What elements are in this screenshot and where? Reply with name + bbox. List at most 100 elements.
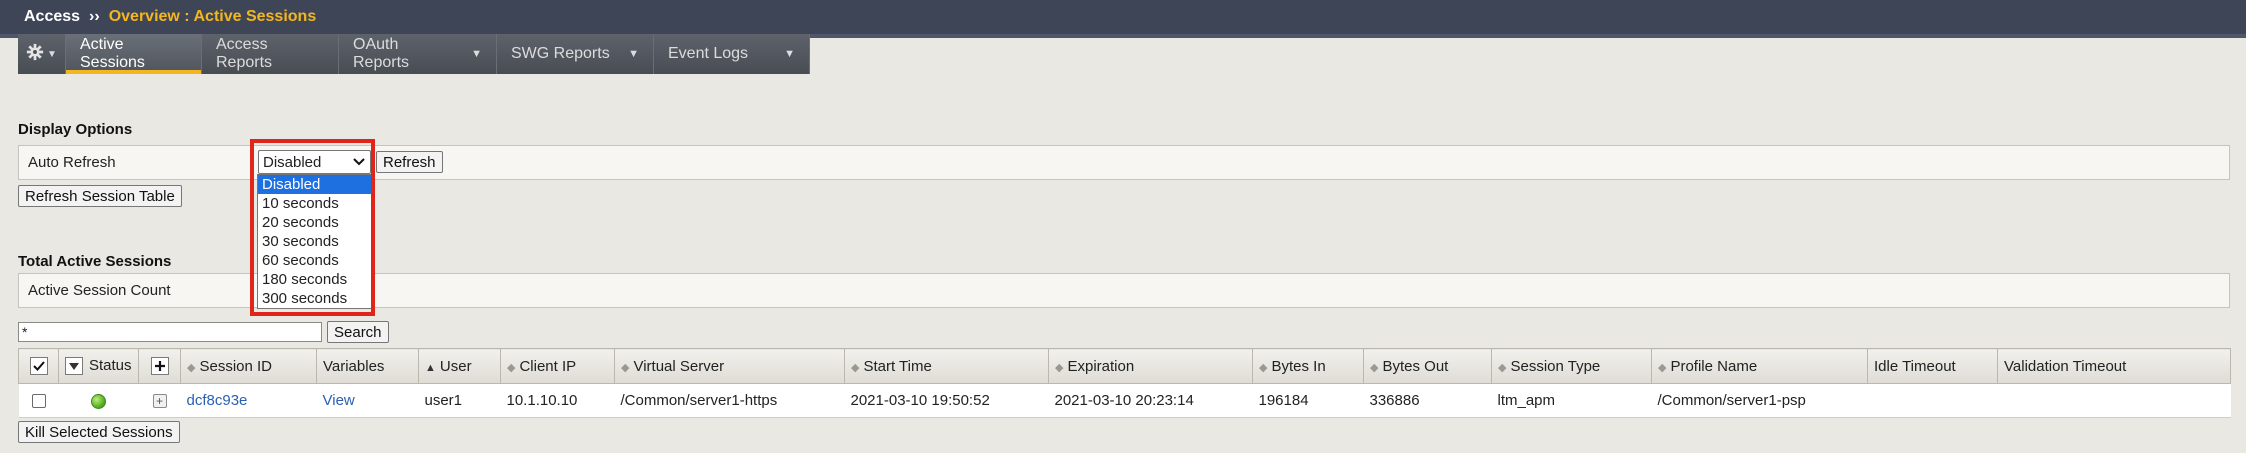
expiration-cell: 2021-03-10 20:23:14 [1048, 383, 1253, 418]
sort-icon: ◆ [1055, 361, 1064, 374]
auto-refresh-select[interactable]: Disabled [258, 150, 371, 174]
virtual-server-header-label: Virtual Server [633, 357, 725, 375]
option-10-seconds[interactable]: 10 seconds [258, 194, 371, 213]
settings-menu[interactable]: ▼ [18, 34, 66, 74]
start-time-cell: 2021-03-10 19:50:52 [844, 383, 1049, 418]
virtual-server-header[interactable]: ◆ Virtual Server [614, 348, 845, 384]
chevron-down-icon: ▼ [628, 48, 639, 60]
option-180-seconds[interactable]: 180 seconds [258, 270, 371, 289]
bytes-in-cell: 196184 [1252, 383, 1364, 418]
profile-name-cell: /Common/server1-psp [1651, 383, 1868, 418]
auto-refresh-label: Auto Refresh [28, 154, 116, 171]
session-type-header-label: Session Type [1510, 357, 1601, 375]
auto-refresh-selected: Disabled [263, 153, 322, 171]
row-select-cell [18, 383, 59, 418]
bytes-out-header-label: Bytes Out [1382, 357, 1449, 375]
session-id-header-label: Session ID [199, 357, 273, 375]
session-type-cell: ltm_apm [1491, 383, 1652, 418]
variables-cell: View [316, 383, 419, 418]
status-cell [58, 383, 139, 418]
tab-label: Event Logs [668, 45, 749, 62]
validation-timeout-header-label: Validation Timeout [2004, 357, 2127, 375]
start-time-header[interactable]: ◆ Start Time [844, 348, 1049, 384]
session-search-input[interactable]: * [18, 322, 322, 342]
select-all-header[interactable] [18, 348, 59, 384]
tab-oauth-reports[interactable]: OAuth Reports ▼ [339, 34, 497, 74]
sessions-table: Status ◆ Session ID Variables ▲ User ◆ Clie… [18, 348, 2231, 418]
option-30-seconds[interactable]: 30 seconds [258, 232, 371, 251]
gear-icon [26, 43, 44, 66]
row-checkbox[interactable] [31, 394, 46, 409]
chevron-down-icon[interactable] [65, 357, 83, 376]
refresh-session-table-button[interactable]: Refresh Session Table [18, 185, 182, 207]
session-id-cell: dcf8c93e [180, 383, 317, 418]
client-ip-header[interactable]: ◆ Client IP [500, 348, 615, 384]
idle-timeout-header-label: Idle Timeout [1874, 357, 1956, 375]
breadcrumb-root[interactable]: Access [24, 8, 80, 26]
bytes-out-header[interactable]: ◆ Bytes Out [1363, 348, 1492, 384]
idle-timeout-header: Idle Timeout [1867, 348, 1998, 384]
validation-timeout-header: Validation Timeout [1997, 348, 2231, 384]
refresh-button[interactable]: Refresh [376, 151, 443, 173]
sort-icon: ◆ [1370, 361, 1379, 374]
expiration-header[interactable]: ◆ Expiration [1048, 348, 1253, 384]
tab-access-reports[interactable]: Access Reports [202, 34, 339, 74]
bytes-in-header-label: Bytes In [1271, 357, 1326, 375]
client-ip-cell: 10.1.10.10 [500, 383, 615, 418]
chevron-down-icon: ▼ [471, 48, 482, 60]
option-300-seconds[interactable]: 300 seconds [258, 289, 371, 308]
sort-icon: ◆ [187, 361, 196, 374]
option-disabled[interactable]: Disabled [258, 175, 371, 194]
chevron-down-icon: ▼ [47, 48, 57, 60]
validation-timeout-cell [1997, 383, 2231, 418]
bytes-in-header[interactable]: ◆ Bytes In [1252, 348, 1364, 384]
active-session-count-label: Active Session Count [28, 282, 171, 299]
status-header[interactable]: Status [58, 348, 139, 384]
breadcrumb-current: Overview : Active Sessions [108, 8, 317, 25]
select-all-checkbox[interactable] [29, 357, 48, 376]
expand-all-header[interactable] [138, 348, 181, 384]
table-row: + dcf8c93e View user1 10.1.10.10 /Common… [18, 383, 2231, 418]
start-time-header-label: Start Time [863, 357, 932, 375]
profile-name-header[interactable]: ◆ Profile Name [1651, 348, 1868, 384]
session-id-link[interactable]: dcf8c93e [187, 392, 248, 409]
tab-label: SWG Reports [511, 45, 610, 62]
variables-view-link[interactable]: View [323, 392, 355, 409]
option-20-seconds[interactable]: 20 seconds [258, 213, 371, 232]
expand-row-icon[interactable]: + [152, 394, 167, 408]
sort-icon: ◆ [1658, 361, 1667, 374]
bytes-out-cell: 336886 [1363, 383, 1492, 418]
tab-label: Access Reports [216, 36, 273, 71]
session-id-header[interactable]: ◆ Session ID [180, 348, 317, 384]
tab-bar: ▼ Active Sessions Access Reports OAuth R… [18, 34, 810, 74]
sort-icon: ◆ [851, 361, 860, 374]
session-type-header[interactable]: ◆ Session Type [1491, 348, 1652, 384]
status-active-icon [91, 393, 106, 409]
tab-swg-reports[interactable]: SWG Reports ▼ [497, 34, 654, 74]
plus-icon[interactable] [150, 357, 169, 376]
virtual-server-cell: /Common/server1-https [614, 383, 845, 418]
kill-selected-sessions-button[interactable]: Kill Selected Sessions [18, 421, 180, 443]
sort-icon: ◆ [621, 361, 630, 374]
tab-active-sessions[interactable]: Active Sessions [66, 34, 202, 74]
chevron-down-icon [353, 155, 365, 169]
expand-cell: + [138, 383, 181, 418]
search-button[interactable]: Search [327, 321, 389, 343]
breadcrumb: Access ›› Overview : Active Sessions [0, 0, 2246, 34]
option-60-seconds[interactable]: 60 seconds [258, 251, 371, 270]
user-header[interactable]: ▲ User [418, 348, 501, 384]
breadcrumb-separator: ›› [89, 8, 100, 25]
total-active-sessions-title: Total Active Sessions [18, 253, 172, 270]
user-header-label: User [439, 357, 472, 375]
tab-label: Active Sessions [80, 36, 145, 71]
sort-icon: ◆ [1259, 361, 1268, 374]
sort-ascending-icon: ▲ [425, 361, 436, 374]
status-header-label: Status [89, 356, 132, 374]
tab-event-logs[interactable]: Event Logs ▼ [654, 34, 810, 74]
variables-header: Variables [316, 348, 419, 384]
sort-icon: ◆ [1498, 361, 1507, 374]
user-cell: user1 [418, 383, 501, 418]
table-header-row: Status ◆ Session ID Variables ▲ User ◆ Clie… [18, 348, 2231, 384]
chevron-down-icon: ▼ [784, 48, 795, 60]
tab-label: OAuth Reports [353, 36, 410, 71]
